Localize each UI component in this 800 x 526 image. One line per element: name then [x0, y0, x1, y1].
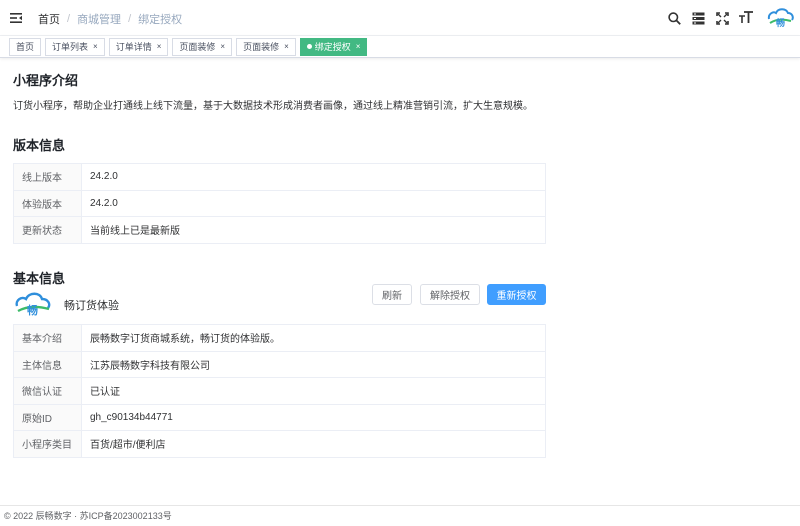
breadcrumb-separator: /	[128, 13, 132, 25]
tag-page-decoration[interactable]: 页面装修 ×	[172, 37, 233, 56]
server-icon[interactable]	[691, 11, 705, 25]
tag-order-detail[interactable]: 订单详情 ×	[108, 37, 169, 56]
row-value: 24.2.0	[81, 189, 546, 217]
close-icon[interactable]: ×	[93, 39, 98, 55]
row-value: 已认证	[81, 377, 546, 405]
tag-bind-auth[interactable]: 绑定授权 ×	[299, 37, 368, 56]
close-icon[interactable]: ×	[157, 39, 162, 55]
reauthorize-button[interactable]: 重新授权	[487, 284, 546, 305]
row-label: 主体信息	[13, 350, 82, 378]
row-value: 江苏辰畅数字科技有限公司	[81, 350, 546, 378]
row-value: 24.2.0	[81, 163, 546, 191]
tag-label: 首页	[16, 41, 35, 52]
version-table: 线上版本 24.2.0 体验版本 24.2.0 更新状态 当前线上已是最新版	[13, 163, 546, 244]
hamburger-icon[interactable]	[10, 12, 22, 24]
tag-home[interactable]: 首页	[9, 37, 42, 56]
tag-page-decoration-2[interactable]: 页面装修 ×	[236, 37, 296, 56]
tag-label: 页面装修	[243, 41, 280, 52]
tag-label: 订单列表	[52, 41, 89, 52]
footer: © 2022 辰畅数字 · 苏ICP备2023002133号	[0, 505, 800, 526]
breadcrumb: 首页 / 商城管理 / 绑定授权	[38, 11, 182, 27]
tag-label: 绑定授权	[314, 41, 351, 52]
table-row: 基本介绍 辰畅数字订货商城系统，畅订货的体验版。	[13, 324, 546, 352]
table-row: 体验版本 24.2.0	[13, 189, 546, 217]
row-value: 辰畅数字订货商城系统，畅订货的体验版。	[81, 324, 546, 352]
basic-title: 基本信息	[13, 271, 66, 286]
row-label: 小程序类目	[13, 430, 82, 458]
close-icon[interactable]: ×	[284, 39, 289, 55]
table-row: 微信认证 已认证	[13, 377, 546, 405]
logo-icon[interactable]: 畅	[766, 7, 794, 29]
tag-label: 订单详情	[115, 41, 152, 52]
row-label: 基本介绍	[13, 324, 82, 352]
version-title: 版本信息	[13, 138, 66, 153]
row-label: 原始ID	[13, 403, 82, 431]
close-icon[interactable]: ×	[356, 39, 361, 55]
navbar-tools: 畅	[657, 0, 800, 36]
row-label: 微信认证	[13, 377, 82, 405]
tag-order-list[interactable]: 订单列表 ×	[45, 37, 105, 56]
navbar: 首页 / 商城管理 / 绑定授权 畅	[0, 0, 800, 36]
app-logo-icon: 畅	[13, 291, 53, 317]
breadcrumb-separator: /	[67, 13, 71, 25]
breadcrumb-mall: 商城管理	[77, 14, 122, 26]
search-icon[interactable]	[667, 11, 681, 25]
table-row: 线上版本 24.2.0	[13, 163, 546, 191]
font-size-icon[interactable]	[738, 10, 754, 27]
row-label: 体验版本	[13, 189, 82, 217]
basic-table: 基本介绍 辰畅数字订货商城系统，畅订货的体验版。 主体信息 江苏辰畅数字科技有限…	[13, 324, 546, 458]
row-label: 更新状态	[13, 216, 82, 244]
app-name: 畅订货体验	[64, 300, 119, 312]
table-row: 原始ID gh_c90134b44771	[13, 403, 546, 431]
active-dot-icon	[306, 44, 312, 49]
footer-copyright: © 2022 辰畅数字 · 苏ICP备2023002133号	[4, 511, 172, 521]
refresh-button[interactable]: 刷新	[372, 284, 412, 305]
close-icon[interactable]: ×	[220, 39, 225, 55]
tag-label: 页面装修	[179, 41, 216, 52]
row-value: 百货/超市/便利店	[81, 430, 546, 458]
row-value: 当前线上已是最新版	[81, 216, 546, 244]
tags-view: 首页 订单列表 × 订单详情 × 页面装修 × 页面装修 × 绑定授权 ×	[0, 36, 800, 58]
svg-text:畅: 畅	[27, 303, 38, 317]
row-value: gh_c90134b44771	[81, 403, 546, 431]
table-row: 小程序类目 百货/超市/便利店	[13, 430, 546, 458]
svg-text:畅: 畅	[776, 17, 785, 29]
table-row: 主体信息 江苏辰畅数字科技有限公司	[13, 350, 546, 378]
intro-text: 订货小程序，帮助企业打通线上线下流量，基于大数据技术形成消费者画像，通过线上精准…	[13, 101, 533, 112]
table-row: 更新状态 当前线上已是最新版	[13, 216, 546, 244]
row-label: 线上版本	[13, 163, 82, 191]
breadcrumb-home[interactable]: 首页	[38, 11, 60, 27]
unbind-button[interactable]: 解除授权	[420, 284, 480, 305]
breadcrumb-current: 绑定授权	[138, 14, 183, 26]
intro-title: 小程序介绍	[13, 73, 79, 88]
fullscreen-icon[interactable]	[715, 11, 729, 25]
